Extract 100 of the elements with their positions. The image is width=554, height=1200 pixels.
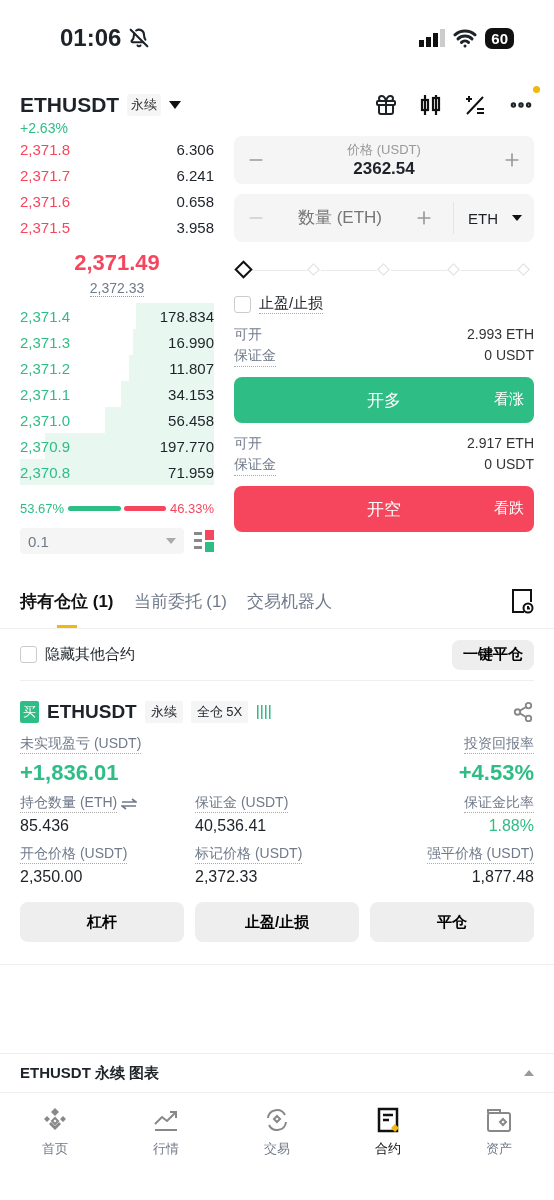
bell-off-icon <box>129 28 150 48</box>
bid-amount: 71.959 <box>168 463 214 481</box>
slider-step-marker[interactable] <box>517 263 530 276</box>
field-value: 2,350.00 <box>20 868 83 886</box>
position-action-button[interactable]: 杠杆 <box>20 902 184 942</box>
ask-amount: 3.958 <box>176 218 214 236</box>
field-value: 1.88% <box>488 817 534 835</box>
contract-type-tag: 永续 <box>144 701 183 723</box>
sell-ratio: 46.33% <box>169 501 214 516</box>
ask-price: 2,371.8 <box>20 140 71 158</box>
gift-icon[interactable] <box>374 93 398 117</box>
dropdown-caret-icon[interactable] <box>169 101 182 109</box>
sell-ratio-bar <box>123 506 166 511</box>
nav-tab[interactable]: 行情 <box>110 1105 222 1167</box>
margin-value: 0 USDT <box>484 346 534 365</box>
bid-amount: 34.153 <box>168 385 214 403</box>
field-label: 保证金 (USDT) <box>195 794 289 813</box>
signal-bars-icon <box>256 705 273 719</box>
field-label: 开仓价格 (USDT) <box>20 845 128 864</box>
ask-amount: 6.241 <box>176 166 214 184</box>
open-short-button[interactable]: 开空 看跌 <box>234 486 534 532</box>
swap-icon[interactable] <box>121 797 138 810</box>
position-tab[interactable]: 当前委托 (1) <box>133 574 227 628</box>
unit-select[interactable]: ETH <box>453 202 522 234</box>
nav-tab[interactable]: 首页 <box>0 1105 111 1167</box>
tick-size-select[interactable]: 0.1 <box>20 528 184 554</box>
quantity-field[interactable]: 数量 (ETH) <box>285 207 395 229</box>
wallet-icon <box>484 1106 513 1134</box>
margin-mode-tag: 全仓 5X <box>190 701 249 723</box>
tpsl-checkbox[interactable] <box>234 295 251 313</box>
bid-price: 2,371.4 <box>20 307 71 325</box>
battery-level: 60 <box>485 27 514 49</box>
bid-price: 2,371.1 <box>20 385 71 403</box>
field-value: 2,372.33 <box>195 868 258 886</box>
bid-price: 2,370.8 <box>20 463 71 481</box>
ask-amount: 6.306 <box>176 140 214 158</box>
tpsl-label: 止盈/止损 <box>259 294 324 314</box>
nav-tab[interactable]: 交易 <box>221 1105 333 1167</box>
candlestick-icon[interactable] <box>420 93 442 117</box>
caret-icon[interactable] <box>512 215 522 221</box>
symbol-title[interactable]: ETHUSDT <box>20 93 120 117</box>
bid-price: 2,371.3 <box>20 333 71 351</box>
mark-price: 2,372.33 <box>89 280 145 297</box>
bid-amount: 56.458 <box>168 411 214 429</box>
contract-type-tag: 永续 <box>127 94 162 116</box>
field-value: 40,536.41 <box>195 817 267 835</box>
roi-value: +4.53% <box>458 760 534 786</box>
last-price: 2,371.49 <box>73 250 161 276</box>
slider-step-marker[interactable] <box>307 263 320 276</box>
position-action-button[interactable]: 平仓 <box>370 902 534 942</box>
field-value: 1,877.48 <box>471 868 534 886</box>
side-tag: 买 <box>20 701 39 723</box>
field-label: 持仓数量 (ETH) <box>20 794 118 813</box>
hide-others-label: 隐藏其他合约 <box>45 645 135 664</box>
close-all-button[interactable]: 一键平仓 <box>452 639 534 670</box>
bid-price: 2,371.0 <box>20 411 71 429</box>
bid-amount: 197.770 <box>159 437 214 455</box>
margin-label: 保证金 <box>234 345 276 367</box>
bid-amount: 16.990 <box>168 333 214 351</box>
hide-others-checkbox[interactable] <box>20 646 37 663</box>
bid-price: 2,371.2 <box>20 359 71 377</box>
status-time: 01:06 <box>60 24 122 52</box>
bid-amount: 11.807 <box>169 359 214 377</box>
available-label: 可开 <box>234 325 262 344</box>
book-layout-icon[interactable] <box>194 530 214 552</box>
plus-minus-icon[interactable] <box>464 94 486 116</box>
price-value[interactable]: 2362.54 <box>353 159 415 179</box>
ask-price: 2,371.5 <box>20 218 71 236</box>
field-label: 保证金比率 <box>464 794 534 813</box>
price-label: 价格 (USDT) <box>347 141 421 159</box>
margin-label: 保证金 <box>234 454 276 476</box>
ask-amount: 0.658 <box>176 192 214 210</box>
position-action-button[interactable]: 止盈/止损 <box>195 902 359 942</box>
ask-price: 2,371.7 <box>20 166 71 184</box>
nav-tab[interactable]: 合约 <box>332 1105 444 1167</box>
position-tab[interactable]: 交易机器人 <box>247 574 332 628</box>
nav-tab[interactable]: 资产 <box>443 1105 554 1167</box>
history-icon[interactable] <box>510 588 534 614</box>
share-icon[interactable] <box>512 701 534 723</box>
pnl-label: 未实现盈亏 (USDT) <box>20 735 142 754</box>
bid-amount: 178.834 <box>159 307 214 325</box>
available-value: 2.917 ETH <box>467 434 534 453</box>
position-symbol: ETHUSDT <box>47 701 137 723</box>
position-tab[interactable]: 持有仓位 (1) <box>20 574 114 628</box>
bid-price: 2,370.9 <box>20 437 71 455</box>
slider-step-marker[interactable] <box>447 263 460 276</box>
buy-ratio: 53.67% <box>20 501 65 516</box>
ask-price: 2,371.6 <box>20 192 71 210</box>
field-value: 85.436 <box>20 817 69 835</box>
field-label: 强平价格 (USDT) <box>426 845 534 864</box>
available-value: 2.993 ETH <box>467 325 534 344</box>
signal-icon <box>419 29 446 47</box>
pnl-value: +1,836.01 <box>20 760 119 786</box>
roi-label: 投资回报率 <box>464 735 534 754</box>
field-label: 标记价格 (USDT) <box>195 845 303 864</box>
available-label: 可开 <box>234 434 262 453</box>
chart-toggle-title[interactable]: ETHUSDT 永续 图表 <box>20 1063 160 1083</box>
slider-step-marker[interactable] <box>377 263 390 276</box>
price-change: +2.63% <box>19 119 69 136</box>
margin-value: 0 USDT <box>484 455 534 474</box>
